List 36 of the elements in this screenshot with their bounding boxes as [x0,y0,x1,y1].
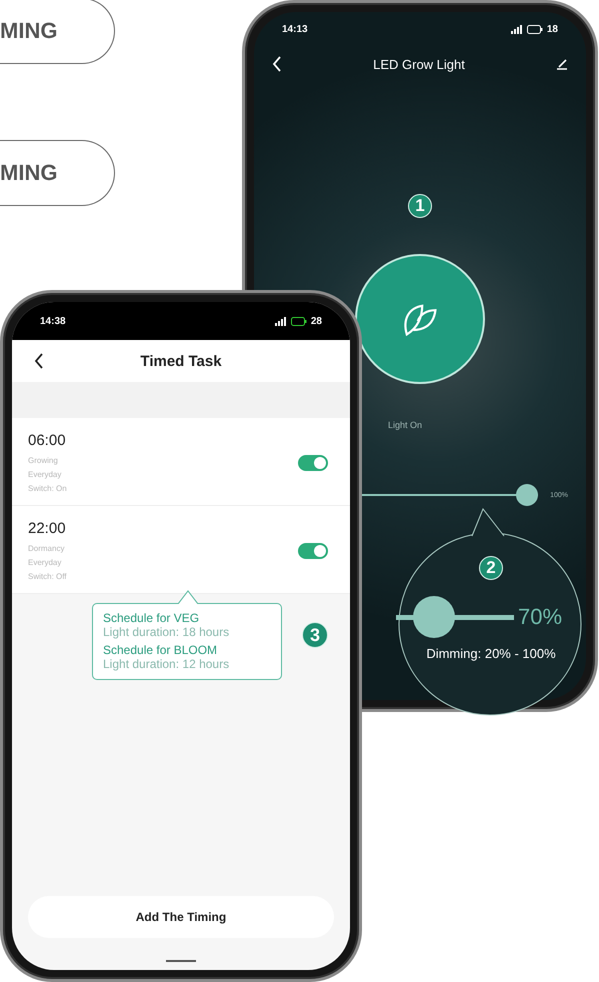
battery-icon [290,316,307,326]
screen-title: LED Grow Light [373,56,465,72]
callout-text: Schedule for VEG [103,611,200,625]
battery-level: 18 [546,24,558,34]
task-repeat: Everyday [28,558,62,567]
feature-label: MING [0,140,115,206]
signal-icon [274,316,287,326]
status-time: 14:38 [40,316,66,326]
task-action-text: Switch: On [28,484,67,493]
battery-level: 28 [310,316,322,326]
step-badge: 3 [302,622,328,648]
status-time: 14:13 [282,24,308,34]
dimming-range: Dimming: 20% - 100% [426,646,556,661]
signal-icon [510,24,523,34]
task-mode: Dormancy [28,544,66,553]
task-repeat: Everyday [28,470,62,479]
feature-label: MING [0,0,115,64]
task-toggle[interactable] [298,454,328,470]
task-time: 06:00 [28,432,67,449]
task-toggle[interactable] [298,542,328,558]
add-timing-button[interactable]: Add The Timing [28,896,334,938]
callout-text: Schedule for BLOOM [103,643,218,657]
task-action-text: Switch: Off [28,572,67,581]
home-indicator [166,960,196,962]
callout-text: Light duration: 12 hours [103,657,230,671]
power-status: Light On [388,420,422,430]
battery-icon [526,24,543,34]
step-badge: 1 [408,194,432,218]
task-mode: Growing [28,456,59,465]
callout-text: Light duration: 18 hours [103,625,230,639]
dimming-reading: 70% [518,604,562,630]
slider-thumb[interactable] [516,484,538,506]
edit-icon[interactable] [556,58,568,70]
screen-title: Timed Task [140,352,222,370]
back-icon[interactable] [34,353,44,369]
task-time: 22:00 [28,520,67,537]
